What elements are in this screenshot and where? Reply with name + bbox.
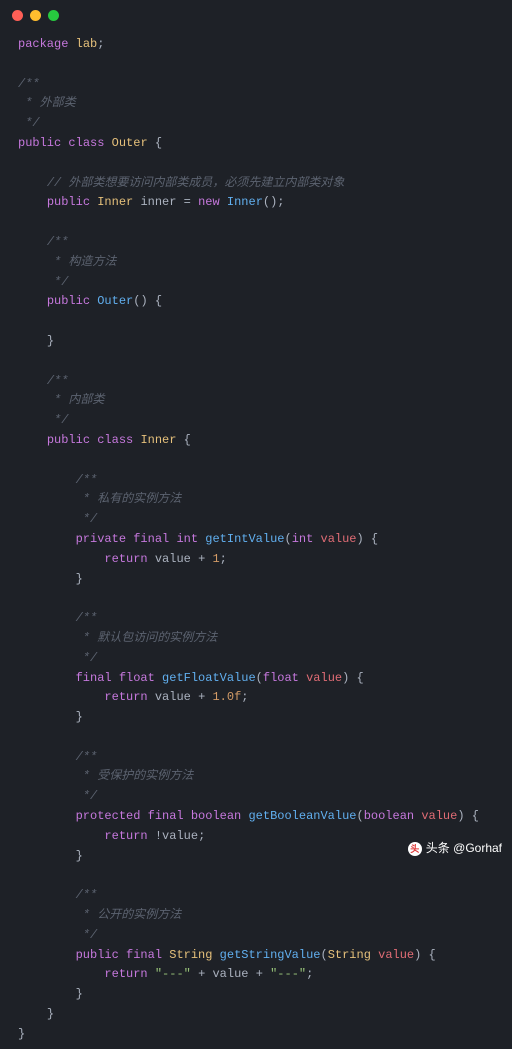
param: value xyxy=(306,671,342,685)
keyword: class xyxy=(97,433,133,447)
keyword: new xyxy=(198,195,220,209)
keyword: class xyxy=(68,136,104,150)
param: value xyxy=(378,948,414,962)
maximize-icon[interactable] xyxy=(48,10,59,21)
keyword: public xyxy=(76,948,119,962)
keyword: final xyxy=(76,671,112,685)
window-titlebar xyxy=(0,0,512,31)
keyword: private xyxy=(76,532,126,546)
function: getBooleanValue xyxy=(248,809,356,823)
comment: */ xyxy=(76,512,98,526)
string: "---" xyxy=(155,967,191,981)
comment: * 默认包访问的实例方法 xyxy=(76,631,218,645)
keyword: int xyxy=(292,532,314,546)
comment: */ xyxy=(76,651,98,665)
type: Inner xyxy=(140,433,176,447)
keyword: return xyxy=(104,967,147,981)
watermark: 头头条 @Gorhaf xyxy=(408,839,502,859)
comment: * 构造方法 xyxy=(47,255,117,269)
param: value xyxy=(321,532,357,546)
function: Outer xyxy=(97,294,133,308)
comment: */ xyxy=(76,789,98,803)
comment: */ xyxy=(76,928,98,942)
keyword: package xyxy=(18,37,68,51)
comment: /** xyxy=(18,77,40,91)
keyword: float xyxy=(119,671,155,685)
comment: */ xyxy=(47,275,69,289)
minimize-icon[interactable] xyxy=(30,10,41,21)
keyword: boolean xyxy=(191,809,241,823)
comment: /** xyxy=(47,235,69,249)
comment: /** xyxy=(76,888,98,902)
comment: /** xyxy=(76,473,98,487)
comment: * 外部类 xyxy=(18,96,76,110)
comment: * 公开的实例方法 xyxy=(76,908,182,922)
close-icon[interactable] xyxy=(12,10,23,21)
code-editor: package lab; /** * 外部类 */ public class O… xyxy=(0,31,512,1049)
comment: * 私有的实例方法 xyxy=(76,492,182,506)
comment: * 内部类 xyxy=(47,393,105,407)
type: Outer xyxy=(112,136,148,150)
identifier: lab xyxy=(76,37,98,51)
keyword: protected xyxy=(76,809,141,823)
keyword: final xyxy=(148,809,184,823)
code-window: package lab; /** * 外部类 */ public class O… xyxy=(0,0,512,865)
comment: */ xyxy=(18,116,40,130)
function: getIntValue xyxy=(205,532,284,546)
keyword: public xyxy=(47,294,90,308)
keyword: return xyxy=(104,829,147,843)
comment: // 外部类想要访问内部类成员，必须先建立内部类对象 xyxy=(47,176,345,190)
type: Inner xyxy=(97,195,133,209)
comment: */ xyxy=(47,413,69,427)
keyword: return xyxy=(104,690,147,704)
function: getStringValue xyxy=(220,948,321,962)
type: String xyxy=(169,948,212,962)
type: String xyxy=(328,948,371,962)
watermark-text: 头条 @Gorhaf xyxy=(426,839,502,859)
keyword: float xyxy=(263,671,299,685)
function: Inner xyxy=(227,195,263,209)
keyword: final xyxy=(133,532,169,546)
comment: /** xyxy=(76,750,98,764)
keyword: boolean xyxy=(364,809,414,823)
watermark-icon: 头 xyxy=(408,842,422,856)
comment: * 受保护的实例方法 xyxy=(76,769,194,783)
keyword: public xyxy=(18,136,61,150)
string: "---" xyxy=(270,967,306,981)
keyword: final xyxy=(126,948,162,962)
comment: /** xyxy=(76,611,98,625)
param: value xyxy=(421,809,457,823)
keyword: int xyxy=(176,532,198,546)
keyword: return xyxy=(104,552,147,566)
keyword: public xyxy=(47,433,90,447)
number: 1.0f xyxy=(212,690,241,704)
comment: /** xyxy=(47,374,69,388)
function: getFloatValue xyxy=(162,671,256,685)
number: 1 xyxy=(212,552,219,566)
keyword: public xyxy=(47,195,90,209)
